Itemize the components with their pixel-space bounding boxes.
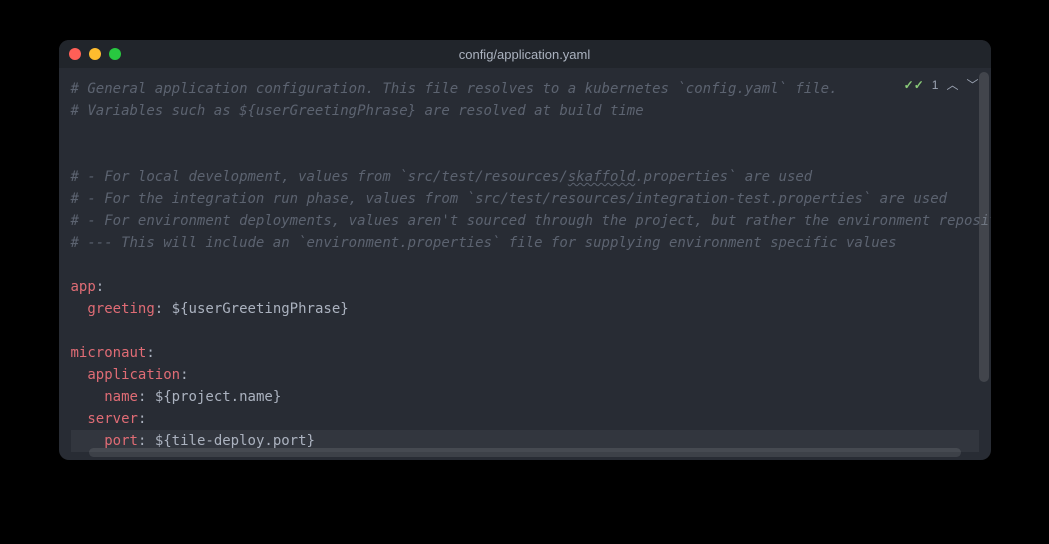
yaml-colon: : [138,433,146,449]
minimize-window-button[interactable] [89,48,101,60]
yaml-colon: : [96,279,104,295]
issues-count: 1 [932,78,939,92]
code-editor[interactable]: # General application configuration. Thi… [59,68,991,460]
maximize-window-button[interactable] [109,48,121,60]
yaml-key: name [104,389,138,405]
yaml-colon: : [146,345,154,361]
yaml-key: application [87,367,180,383]
inspection-overlay: ✓✓ 1 ︿ ﹀ [904,76,979,93]
yaml-colon: : [155,301,163,317]
close-window-button[interactable] [69,48,81,60]
traffic-lights [69,48,121,60]
yaml-value: ${tile-deploy.port} [155,433,315,449]
comment-line: # - For the integration run phase, value… [71,191,948,207]
editor-area: ✓✓ 1 ︿ ﹀ # General application configura… [59,68,991,460]
yaml-colon: : [138,411,146,427]
yaml-value: ${project.name} [155,389,281,405]
yaml-key: port [104,433,138,449]
yaml-colon: : [180,367,188,383]
yaml-key: server [87,411,138,427]
window-title: config/application.yaml [59,47,991,62]
yaml-key: greeting [87,301,154,317]
comment-text: # - For local development, values from `… [71,169,568,185]
prev-issue-button[interactable]: ︿ [946,76,958,93]
next-issue-button[interactable]: ﹀ [966,76,978,93]
yaml-key: app [71,279,96,295]
comment-line: # - For environment deployments, values … [71,213,991,229]
comment-line: # - For local development, values from `… [71,169,813,185]
check-icon: ✓✓ [904,78,924,92]
yaml-colon: : [138,389,146,405]
spellcheck-word[interactable]: skaffold [568,169,635,185]
comment-line: # --- This will include an `environment.… [71,235,897,251]
horizontal-scrollbar[interactable] [89,448,961,457]
yaml-key: micronaut [71,345,147,361]
editor-window: config/application.yaml ✓✓ 1 ︿ ﹀ # Gener… [59,40,991,460]
titlebar: config/application.yaml [59,40,991,68]
comment-text: .properties` are used [635,169,812,185]
vertical-scrollbar[interactable] [979,72,989,382]
comment-line: # Variables such as ${userGreetingPhrase… [71,103,644,119]
comment-line: # General application configuration. Thi… [71,81,838,97]
yaml-value: ${userGreetingPhrase} [172,301,349,317]
